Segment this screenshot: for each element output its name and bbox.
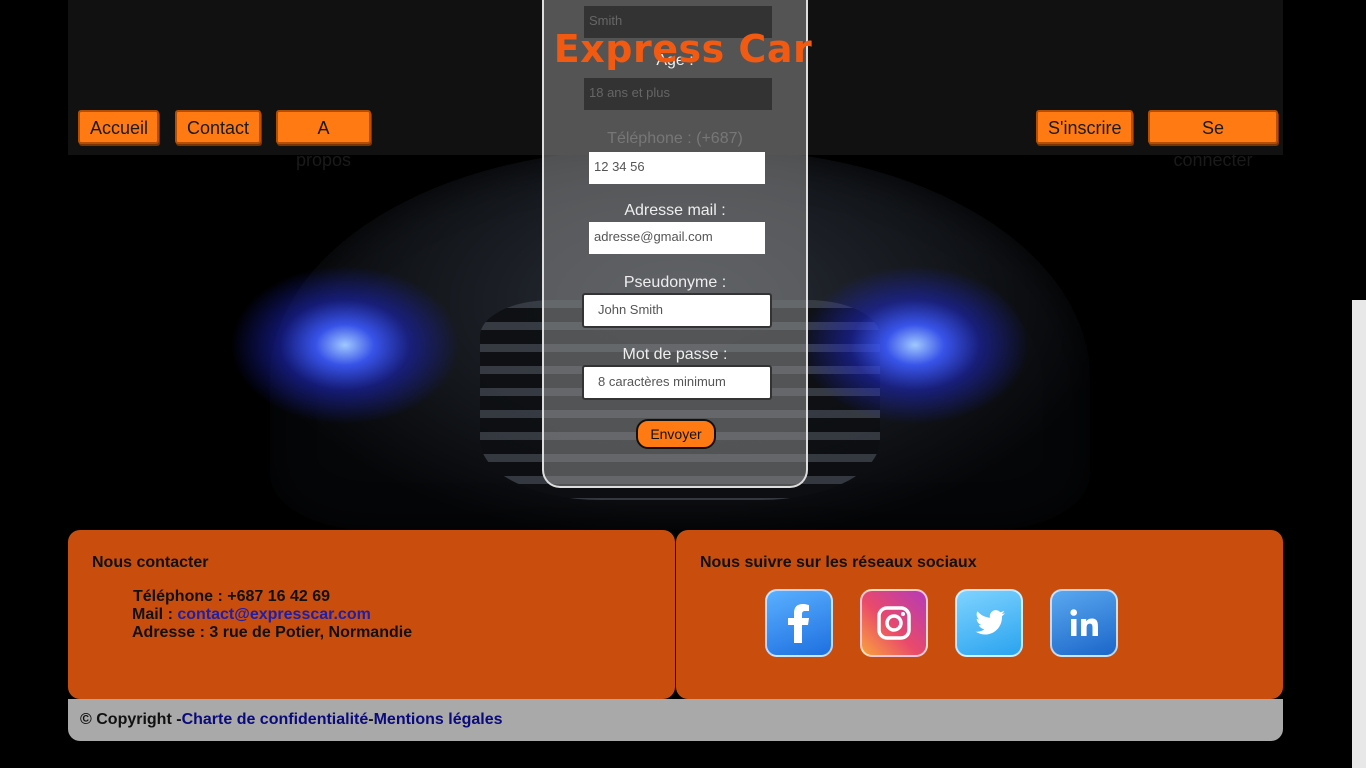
left-headlight bbox=[230, 265, 460, 425]
age-select[interactable]: 18 ans et plus bbox=[584, 78, 772, 110]
nav-about[interactable]: A propos bbox=[276, 110, 371, 170]
nav-home[interactable]: Accueil bbox=[78, 110, 159, 144]
contact-section: Nous contacter Téléphone : +687 16 42 69… bbox=[68, 530, 675, 699]
contact-title: Nous contacter bbox=[92, 554, 209, 571]
pseudo-label: Pseudonyme : bbox=[623, 274, 727, 291]
page-scrollbar[interactable] bbox=[1352, 300, 1366, 768]
phone-label: Téléphone : (+687) bbox=[607, 130, 743, 147]
nav-contact[interactable]: Contact bbox=[175, 110, 261, 144]
nav-register[interactable]: S'inscrire bbox=[1036, 110, 1133, 144]
nav-login[interactable]: Se connecter bbox=[1148, 110, 1278, 170]
social-title: Nous suivre sur les réseaux sociaux bbox=[700, 554, 977, 571]
legal-link[interactable]: Mentions légales bbox=[374, 711, 503, 728]
contact-phone: Téléphone : +687 16 42 69 bbox=[133, 588, 330, 605]
site-title: Express Car bbox=[553, 27, 813, 71]
contact-address: Adresse : 3 rue de Potier, Normandie bbox=[132, 624, 413, 641]
social-section: Nous suivre sur les réseaux sociaux bbox=[676, 530, 1283, 699]
copyright-bar: © Copyright -Charte de confidentialité-M… bbox=[68, 699, 1283, 741]
privacy-link[interactable]: Charte de confidentialité bbox=[182, 711, 369, 728]
right-headlight bbox=[800, 265, 1030, 425]
contact-mail-link[interactable]: contact@expresscar.com bbox=[177, 606, 370, 623]
email-label: Adresse mail : bbox=[624, 202, 726, 219]
phone-field[interactable]: 12 34 56 bbox=[589, 152, 765, 184]
contact-mail: Mail : contact@expresscar.com bbox=[132, 606, 371, 624]
facebook-icon[interactable] bbox=[765, 589, 833, 657]
contact-mail-label: Mail : bbox=[132, 606, 178, 623]
pseudo-field[interactable]: John Smith bbox=[582, 293, 772, 328]
instagram-icon[interactable] bbox=[860, 589, 928, 657]
submit-button[interactable]: Envoyer bbox=[636, 419, 716, 449]
twitter-icon[interactable] bbox=[955, 589, 1023, 657]
email-field[interactable]: adresse@gmail.com bbox=[589, 222, 765, 254]
password-label: Mot de passe : bbox=[622, 346, 728, 363]
copyright-text: © Copyright - bbox=[80, 711, 182, 728]
password-field[interactable]: 8 caractères minimum bbox=[582, 365, 772, 400]
signup-form: Smith Age : 18 ans et plus Téléphone : (… bbox=[542, 0, 808, 488]
linkedin-icon[interactable] bbox=[1050, 589, 1118, 657]
